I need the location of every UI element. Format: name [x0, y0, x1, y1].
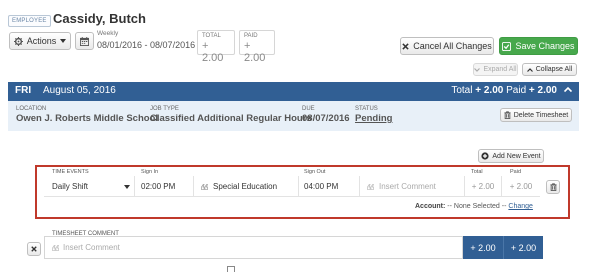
expand-all-button[interactable]: Expand All	[473, 63, 518, 76]
close-icon	[402, 42, 409, 50]
expand-label: Expand All	[483, 66, 517, 73]
cancel-all-changes-button[interactable]: Cancel All Changes	[400, 37, 494, 55]
checkbox[interactable]	[227, 266, 235, 272]
collapse-all-button[interactable]: Collapse All	[522, 63, 577, 76]
delete-label: Delete Timesheet	[513, 111, 569, 119]
time-event-highlight-box	[35, 165, 570, 219]
calendar-icon	[80, 36, 89, 46]
week-total-label: TOTAL	[202, 33, 221, 39]
day-abbreviation: FRI	[15, 85, 32, 96]
week-paid-box: PAID + 2.00	[239, 30, 275, 64]
comment-quote-icon	[52, 244, 59, 251]
day-paid-value: + 2.00	[528, 85, 557, 96]
plus-circle-icon	[481, 152, 489, 160]
location-value: Owen J. Roberts Middle School	[16, 113, 158, 124]
cancel-label: Cancel All Changes	[413, 41, 492, 51]
due-value: 08/07/2016	[302, 113, 350, 124]
collapse-label: Collapse All	[535, 66, 573, 73]
status-label: STATUS	[355, 106, 378, 112]
actions-label: Actions	[26, 36, 57, 46]
job-type-label: JOB TYPE	[150, 106, 179, 112]
employee-name: Cassidy, Butch	[53, 11, 146, 26]
week-total-box: TOTAL + 2.00	[197, 30, 235, 64]
comment-total-value: + 2.00	[463, 236, 503, 259]
remove-comment-button[interactable]	[27, 242, 41, 256]
job-type-value: Classified Additional Regular Hours	[150, 113, 312, 124]
chevron-up-icon[interactable]	[564, 84, 572, 96]
day-total-prefix: Total	[451, 85, 473, 96]
location-label: LOCATION	[16, 106, 47, 112]
delete-timesheet-button[interactable]: Delete Timesheet	[500, 108, 572, 122]
day-totals: Total + 2.00 Paid + 2.00	[451, 85, 557, 96]
day-date: August 05, 2016	[43, 85, 116, 96]
period-range: 08/01/2016 - 08/07/2016	[97, 40, 196, 50]
status-link[interactable]: Pending	[355, 113, 392, 124]
calendar-button[interactable]	[75, 32, 94, 50]
week-total-value: + 2.00	[202, 40, 224, 64]
chevron-up-icon	[526, 67, 533, 72]
comment-paid-value: + 2.00	[503, 236, 543, 259]
trash-icon	[504, 111, 511, 119]
employee-badge: EMPLOYEE	[8, 15, 51, 27]
close-icon	[31, 246, 37, 252]
due-label: DUE	[302, 106, 315, 112]
chevron-down-icon	[474, 67, 481, 72]
check-square-icon	[502, 41, 512, 51]
week-paid-label: PAID	[244, 33, 258, 39]
day-total-value: + 2.00	[475, 85, 504, 96]
save-label: Save Changes	[515, 41, 575, 51]
save-changes-button[interactable]: Save Changes	[499, 37, 578, 55]
day-paid-prefix: Paid	[506, 85, 527, 96]
period-label: Weekly	[97, 30, 119, 37]
add-event-label: Add New Event	[492, 152, 541, 160]
day-header-bar[interactable]: FRI August 05, 2016 Total + 2.00 Paid + …	[8, 82, 579, 101]
timesheet-comment-placeholder-wrap: Insert Comment	[52, 243, 120, 252]
caret-down-icon	[60, 39, 67, 43]
add-new-event-button[interactable]: Add New Event	[478, 149, 544, 163]
gear-icon	[13, 36, 23, 46]
actions-button[interactable]: Actions	[9, 32, 71, 50]
timesheet-comment-placeholder: Insert Comment	[63, 243, 120, 252]
week-paid-value: + 2.00	[244, 40, 266, 64]
